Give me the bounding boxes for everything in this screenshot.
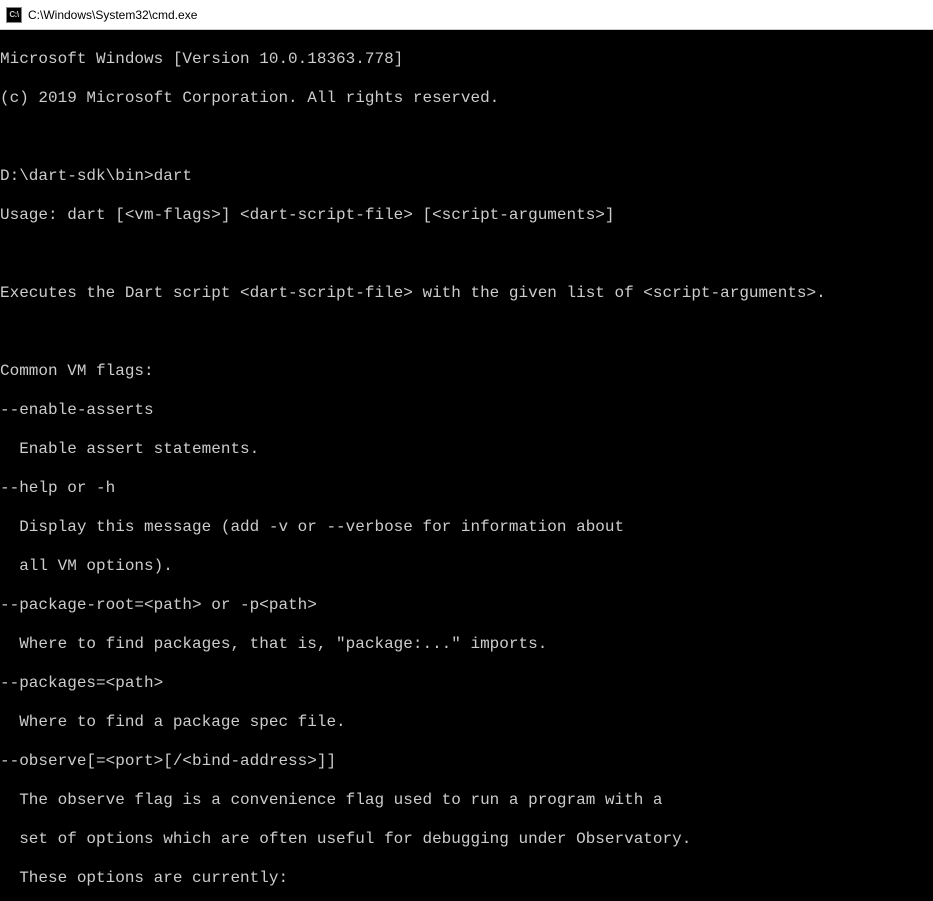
terminal-line: Common VM flags: [0,362,933,382]
terminal-line: --observe[=<port>[/<bind-address>]] [0,752,933,772]
terminal-line: Where to find a package spec file. [0,713,933,733]
terminal-output[interactable]: Microsoft Windows [Version 10.0.18363.77… [0,30,933,901]
terminal-line: The observe flag is a convenience flag u… [0,791,933,811]
terminal-line: --help or -h [0,479,933,499]
terminal-line: --package-root=<path> or -p<path> [0,596,933,616]
terminal-line: These options are currently: [0,869,933,889]
window-title: C:\Windows\System32\cmd.exe [28,8,197,22]
terminal-line: all VM options). [0,557,933,577]
terminal-line: Executes the Dart script <dart-script-fi… [0,284,933,304]
terminal-line: D:\dart-sdk\bin>dart [0,167,933,187]
terminal-line [0,323,933,343]
terminal-line: --enable-asserts [0,401,933,421]
terminal-line: Display this message (add -v or --verbos… [0,518,933,538]
terminal-line: (c) 2019 Microsoft Corporation. All righ… [0,89,933,109]
terminal-line: Enable assert statements. [0,440,933,460]
terminal-line: Microsoft Windows [Version 10.0.18363.77… [0,50,933,70]
terminal-line: --packages=<path> [0,674,933,694]
terminal-line: set of options which are often useful fo… [0,830,933,850]
terminal-line: Usage: dart [<vm-flags>] <dart-script-fi… [0,206,933,226]
terminal-line [0,128,933,148]
terminal-line: Where to find packages, that is, "packag… [0,635,933,655]
window-titlebar[interactable]: C:\ C:\Windows\System32\cmd.exe [0,0,933,30]
cmd-icon: C:\ [6,7,22,23]
terminal-line [0,245,933,265]
